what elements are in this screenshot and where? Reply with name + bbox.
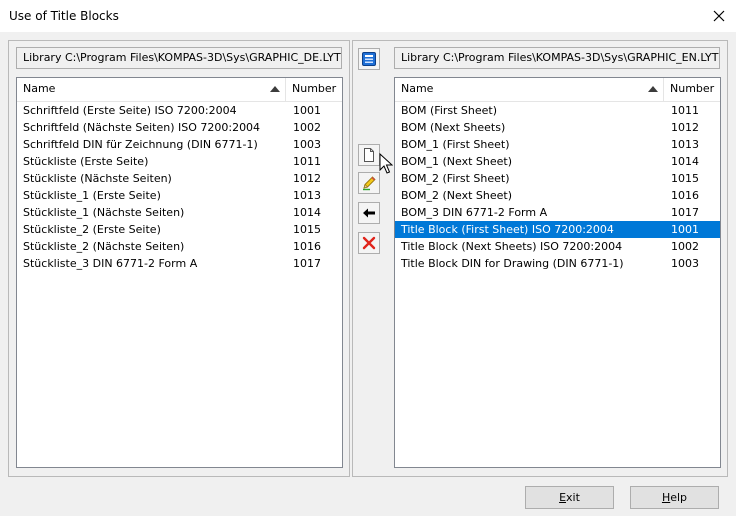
list-item-name: Stückliste_1 (Erste Seite) bbox=[23, 189, 161, 202]
library-icon bbox=[362, 52, 376, 66]
column-header-name-label: Name bbox=[401, 82, 434, 95]
library-button[interactable] bbox=[358, 48, 380, 70]
list-item[interactable]: Schriftfeld (Erste Seite) ISO 7200:2004 1… bbox=[17, 102, 342, 119]
column-header-name[interactable]: Name bbox=[17, 78, 286, 101]
title-bar: Use of Title Blocks bbox=[0, 0, 736, 32]
list-item[interactable]: Stückliste_3 DIN 6771-2 Form A 1017 bbox=[17, 255, 342, 272]
list-item-name: BOM_3 DIN 6771-2 Form A bbox=[401, 206, 548, 219]
list-item[interactable]: BOM_3 DIN 6771-2 Form A 1017 bbox=[395, 204, 720, 221]
list-item-name: Schriftfeld DIN für Zeichnung (DIN 6771-… bbox=[23, 138, 258, 151]
delete-x-icon bbox=[362, 236, 376, 250]
exit-label-accel: E bbox=[559, 491, 567, 504]
new-document-icon bbox=[364, 148, 374, 162]
list-item-number: 1017 bbox=[293, 257, 321, 270]
list-item-number: 1003 bbox=[671, 257, 699, 270]
list-item[interactable]: BOM_2 (First Sheet) 1015 bbox=[395, 170, 720, 187]
column-header-number[interactable]: Number bbox=[664, 78, 720, 101]
list-item[interactable]: Stückliste (Nächste Seiten) 1012 bbox=[17, 170, 342, 187]
list-item-name: Title Block DIN for Drawing (DIN 6771-1) bbox=[401, 257, 624, 270]
list-item-name: BOM_1 (First Sheet) bbox=[401, 138, 510, 151]
list-item-name: Title Block (Next Sheets) ISO 7200:2004 bbox=[401, 240, 623, 253]
sort-ascending-icon bbox=[270, 86, 280, 92]
list-item-number: 1014 bbox=[671, 155, 699, 168]
list-item-name: Stückliste (Erste Seite) bbox=[23, 155, 149, 168]
list-item[interactable]: Stückliste_2 (Nächste Seiten) 1016 bbox=[17, 238, 342, 255]
close-icon bbox=[713, 10, 725, 22]
column-header-name-label: Name bbox=[23, 82, 56, 95]
list-item-number: 1012 bbox=[293, 172, 321, 185]
help-button[interactable]: Help bbox=[630, 486, 719, 509]
list-item-number: 1016 bbox=[671, 189, 699, 202]
list-item-number: 1013 bbox=[671, 138, 699, 151]
column-header-number[interactable]: Number bbox=[286, 78, 342, 101]
list-item-number: 1011 bbox=[293, 155, 321, 168]
list-item-name: Stückliste_3 DIN 6771-2 Form A bbox=[23, 257, 198, 270]
list-item-name: BOM_2 (First Sheet) bbox=[401, 172, 510, 185]
list-item[interactable]: BOM (First Sheet) 1011 bbox=[395, 102, 720, 119]
column-header-name[interactable]: Name bbox=[395, 78, 664, 101]
list-item[interactable]: Title Block (First Sheet) ISO 7200:2004 1… bbox=[395, 221, 720, 238]
copy-to-left-button[interactable] bbox=[358, 202, 380, 224]
list-item[interactable]: Stückliste_1 (Nächste Seiten) 1014 bbox=[17, 204, 342, 221]
right-title-block-list[interactable]: Name Number BOM (First Sheet) 1011 BOM (Ne… bbox=[394, 77, 721, 468]
left-title-block-list[interactable]: Name Number Schriftfeld (Erste Seite) IS… bbox=[16, 77, 343, 468]
list-item-name: Title Block (First Sheet) ISO 7200:2004 bbox=[401, 223, 614, 236]
list-item[interactable]: Schriftfeld DIN für Zeichnung (DIN 6771-… bbox=[17, 136, 342, 153]
list-item-number: 1011 bbox=[671, 104, 699, 117]
list-item-name: Stückliste (Nächste Seiten) bbox=[23, 172, 172, 185]
list-item-name: Stückliste_2 (Nächste Seiten) bbox=[23, 240, 185, 253]
left-rows: Schriftfeld (Erste Seite) ISO 7200:2004 1… bbox=[17, 102, 342, 272]
right-rows: BOM (First Sheet) 1011 BOM (Next Sheets) 10… bbox=[395, 102, 720, 272]
list-item-number: 1017 bbox=[671, 206, 699, 219]
list-item[interactable]: Title Block DIN for Drawing (DIN 6771-1)… bbox=[395, 255, 720, 272]
list-item[interactable]: BOM_2 (Next Sheet) 1016 bbox=[395, 187, 720, 204]
left-library-path: Library C:\Program Files\KOMPAS-3D\Sys\G… bbox=[16, 47, 342, 69]
help-label-accel: H bbox=[661, 491, 671, 504]
right-library-path: Library C:\Program Files\KOMPAS-3D\Sys\G… bbox=[394, 47, 720, 69]
list-item-number: 1002 bbox=[293, 121, 321, 134]
sort-ascending-icon bbox=[648, 86, 658, 92]
list-item-number: 1001 bbox=[671, 223, 699, 236]
list-item-number: 1012 bbox=[671, 121, 699, 134]
exit-button[interactable]: Exit bbox=[525, 486, 614, 509]
list-item-name: BOM_2 (Next Sheet) bbox=[401, 189, 513, 202]
list-item-number: 1013 bbox=[293, 189, 321, 202]
list-item[interactable]: Stückliste_1 (Erste Seite) 1013 bbox=[17, 187, 342, 204]
list-item-number: 1002 bbox=[671, 240, 699, 253]
arrow-left-icon bbox=[363, 208, 375, 218]
list-item[interactable]: Stückliste_2 (Erste Seite) 1015 bbox=[17, 221, 342, 238]
edit-pencil-icon bbox=[363, 176, 376, 191]
list-item-number: 1001 bbox=[293, 104, 321, 117]
list-item-number: 1016 bbox=[293, 240, 321, 253]
list-item-number: 1015 bbox=[671, 172, 699, 185]
close-button[interactable] bbox=[704, 2, 734, 30]
list-item-number: 1014 bbox=[293, 206, 321, 219]
list-item[interactable]: BOM_1 (First Sheet) 1013 bbox=[395, 136, 720, 153]
edit-button[interactable] bbox=[358, 172, 380, 194]
list-item-name: BOM (Next Sheets) bbox=[401, 121, 506, 134]
exit-label-post: xit bbox=[566, 491, 580, 504]
list-item-name: Schriftfeld (Erste Seite) ISO 7200:2004 bbox=[23, 104, 237, 117]
list-item-number: 1015 bbox=[293, 223, 321, 236]
list-item-name: BOM_1 (Next Sheet) bbox=[401, 155, 513, 168]
mouse-cursor-icon bbox=[379, 153, 393, 174]
list-item[interactable]: BOM_1 (Next Sheet) 1014 bbox=[395, 153, 720, 170]
help-label-post: elp bbox=[670, 491, 688, 504]
list-item[interactable]: Schriftfeld (Nächste Seiten) ISO 7200:20… bbox=[17, 119, 342, 136]
list-item-name: Schriftfeld (Nächste Seiten) ISO 7200:20… bbox=[23, 121, 261, 134]
list-item[interactable]: Title Block (Next Sheets) ISO 7200:2004 1… bbox=[395, 238, 720, 255]
delete-button[interactable] bbox=[358, 232, 380, 254]
list-header: Name Number bbox=[395, 78, 720, 102]
list-item[interactable]: Stückliste (Erste Seite) 1011 bbox=[17, 153, 342, 170]
list-item[interactable]: BOM (Next Sheets) 1012 bbox=[395, 119, 720, 136]
list-item-name: Stückliste_1 (Nächste Seiten) bbox=[23, 206, 185, 219]
list-item-name: Stückliste_2 (Erste Seite) bbox=[23, 223, 161, 236]
list-item-number: 1003 bbox=[293, 138, 321, 151]
window-title: Use of Title Blocks bbox=[9, 9, 119, 23]
new-button[interactable] bbox=[358, 144, 380, 166]
list-item-name: BOM (First Sheet) bbox=[401, 104, 498, 117]
list-header: Name Number bbox=[17, 78, 342, 102]
